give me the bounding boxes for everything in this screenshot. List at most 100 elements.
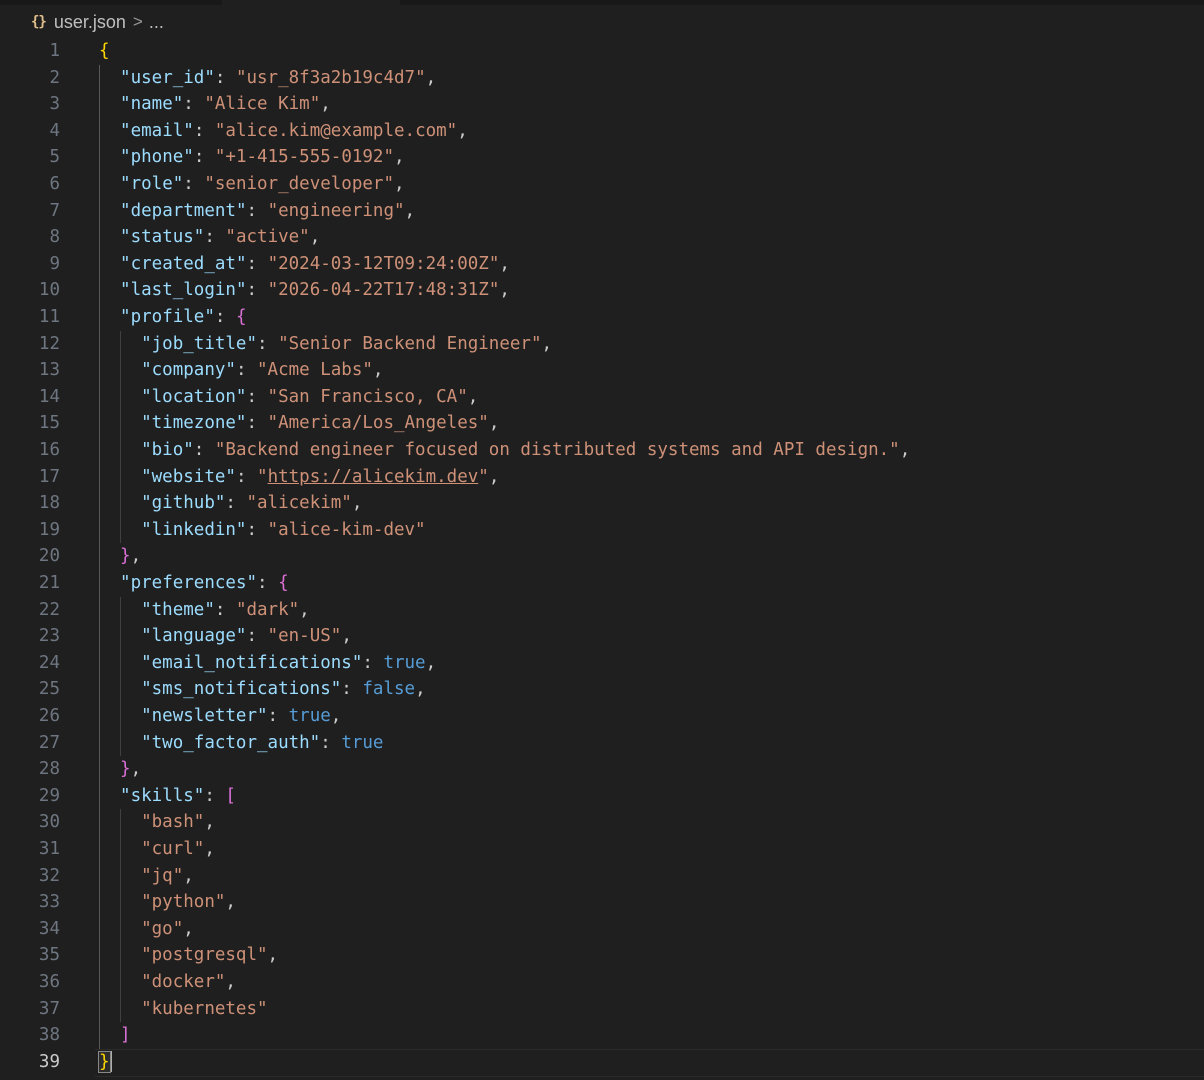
line-number: 33	[38, 892, 60, 913]
code-line[interactable]: "linkedin": "alice-kim-dev"	[141, 517, 425, 544]
code-line[interactable]: "email_notifications": true,	[141, 650, 436, 677]
json-string: "alice.kim@example.com"	[214, 120, 458, 141]
code-line[interactable]: "bash",	[141, 809, 215, 836]
line-number: 4	[49, 120, 60, 141]
code-line[interactable]: "curl",	[141, 836, 215, 863]
line-number: 38	[38, 1025, 60, 1046]
line-number: 21	[38, 573, 60, 593]
breadcrumb-more[interactable]: ...	[149, 12, 164, 33]
code-line[interactable]: "newsletter": true,	[141, 703, 341, 730]
json-string: "usr_8f3a2b19c4d7"	[235, 67, 426, 88]
code-line[interactable]: "profile": {	[120, 304, 246, 331]
punctuation: ,	[372, 360, 384, 381]
code-line[interactable]: {	[99, 38, 110, 65]
code-line[interactable]: "docker",	[141, 969, 236, 996]
line-number: 20	[38, 546, 60, 567]
punctuation: ,	[320, 94, 331, 115]
code-line[interactable]: "preferences": {	[120, 570, 289, 597]
line-number: 12	[38, 333, 60, 354]
chevron-right-icon: >	[132, 12, 143, 31]
json-string: "Senior Backend Engineer"	[278, 333, 542, 354]
code-line[interactable]: "postgresql",	[141, 942, 278, 969]
punctuation: :	[341, 679, 363, 700]
punctuation: ,	[899, 440, 911, 460]
code-line[interactable]: "jq",	[141, 863, 194, 890]
code-line[interactable]: "department": "engineering",	[120, 198, 415, 225]
punctuation: ,	[183, 865, 194, 886]
code-editor[interactable]: 1 {2 "user_id": "usr_8f3a2b19c4d7", 3 "name"…	[0, 38, 1204, 1080]
bracket: }	[120, 759, 131, 780]
punctuation: ,	[425, 67, 437, 88]
code-line[interactable]: ]	[120, 1022, 131, 1049]
url-link[interactable]: https://alicekim.dev	[268, 467, 479, 487]
punctuation: ,	[394, 174, 405, 194]
json-string: "San Francisco, CA"	[267, 386, 468, 407]
json-key: "created_at"	[120, 253, 247, 274]
punctuation: :	[267, 706, 289, 726]
code-line[interactable]: "created_at": "2024-03-12T09:24:00Z",	[120, 251, 510, 278]
json-key: "name"	[120, 94, 184, 115]
punctuation: ,	[488, 466, 500, 487]
punctuation: ,	[204, 839, 215, 859]
code-line[interactable]: "go",	[141, 916, 194, 943]
punctuation: :	[235, 360, 258, 381]
code-line[interactable]: "status": "active",	[120, 224, 320, 251]
json-string: "Backend engineer focused on distributed…	[214, 440, 900, 460]
json-key: "linkedin"	[141, 519, 247, 540]
code-line[interactable]: },	[120, 543, 141, 570]
text-cursor	[109, 1051, 112, 1073]
punctuation: :	[225, 493, 247, 514]
line-number: 16	[38, 440, 60, 460]
code-line[interactable]: "email": "alice.kim@example.com",	[120, 118, 468, 145]
code-line[interactable]: "location": "San Francisco, CA",	[141, 384, 478, 411]
code-line[interactable]: "last_login": "2026-04-22T17:48:31Z",	[120, 277, 510, 304]
code-line[interactable]: "role": "senior_developer",	[120, 171, 405, 198]
code-line[interactable]: "bio": "Backend engineer focused on dist…	[141, 437, 910, 464]
code-line[interactable]: "kubernetes"	[141, 996, 267, 1023]
json-key: "preferences"	[120, 573, 258, 593]
breadcrumb-file[interactable]: user.json	[54, 12, 126, 33]
punctuation: :	[214, 307, 236, 327]
breadcrumb: {} user.json > ...	[31, 10, 164, 34]
code-line[interactable]: "github": "alicekim",	[141, 490, 362, 517]
code-line[interactable]: },	[120, 756, 141, 783]
punctuation: ,	[488, 413, 500, 434]
punctuation: :	[246, 253, 268, 274]
json-string: "2024-03-12T09:24:00Z"	[267, 253, 500, 274]
json-key: "phone"	[120, 147, 194, 168]
json-file-icon: {}	[31, 14, 47, 30]
json-string: "kubernetes"	[141, 998, 268, 1019]
json-key: "location"	[141, 386, 247, 407]
punctuation: ,	[299, 599, 310, 620]
code-line[interactable]: "language": "en-US",	[141, 623, 352, 650]
code-line[interactable]: "python",	[141, 889, 236, 916]
json-key: "github"	[141, 493, 226, 514]
code-line[interactable]: "website": "https://alicekim.dev",	[141, 464, 499, 491]
punctuation: ,	[404, 200, 416, 221]
code-line[interactable]: "name": "Alice Kim",	[120, 91, 331, 118]
punctuation: ,	[499, 280, 510, 301]
code-line[interactable]: "theme": "dark",	[141, 597, 310, 624]
code-line[interactable]: "two_factor_auth": true	[141, 730, 383, 757]
code-line[interactable]: "company": "Acme Labs",	[141, 357, 383, 384]
json-key: "two_factor_auth"	[141, 732, 321, 753]
code-line[interactable]: "job_title": "Senior Backend Engineer",	[141, 331, 552, 358]
code-line[interactable]: }	[98, 1049, 112, 1076]
punctuation: :	[362, 652, 384, 673]
code-line[interactable]: "skills": [	[120, 783, 236, 810]
code-line[interactable]: "user_id": "usr_8f3a2b19c4d7",	[120, 65, 436, 92]
json-string: "active"	[225, 227, 310, 248]
line-number: 29	[38, 785, 60, 806]
punctuation: ,	[225, 892, 236, 913]
json-key: "user_id"	[120, 67, 215, 88]
line-number: 36	[38, 972, 60, 992]
code-line[interactable]: "sms_notifications": false,	[141, 676, 426, 703]
json-key: "profile"	[120, 307, 215, 327]
line-number: 35	[38, 945, 60, 966]
punctuation: ,	[541, 333, 553, 354]
active-tab-strip[interactable]	[222, 0, 400, 5]
punctuation: :	[193, 440, 215, 460]
json-key: "language"	[141, 626, 247, 647]
code-line[interactable]: "timezone": "America/Los_Angeles",	[141, 410, 499, 437]
code-line[interactable]: "phone": "+1-415-555-0192",	[120, 144, 405, 171]
